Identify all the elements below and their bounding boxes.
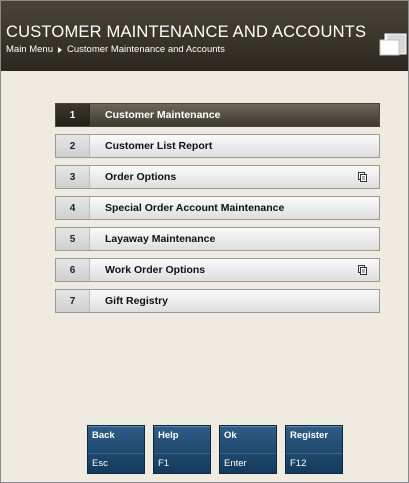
menu-item-number: 1 [56,104,90,126]
menu-item-label: Work Order Options [105,264,206,276]
menu-item-number: 7 [56,290,90,312]
fkey-divider [88,453,144,454]
submenu-icon [358,265,367,275]
menu-item-special-order-account-maintenance[interactable]: 4 Special Order Account Maintenance [55,196,380,220]
menu-item-label: Order Options [105,171,177,183]
menu-item-label: Customer List Report [105,140,213,152]
menu-item-customer-list-report[interactable]: 2 Customer List Report [55,134,380,158]
menu-item-layaway-maintenance[interactable]: 5 Layaway Maintenance [55,227,380,251]
back-button[interactable]: Back Esc [87,425,145,474]
menu-item-work-order-options[interactable]: 6 Work Order Options [55,258,380,282]
fkey-divider [154,453,210,454]
menu-item-number: 6 [56,259,90,281]
fkey-shortcut: Enter [224,458,247,469]
fkey-label: Back [92,430,115,441]
page-header: CUSTOMER MAINTENANCE AND ACCOUNTS Main M… [1,1,408,71]
fkey-shortcut: F1 [158,458,170,469]
window-icon [379,33,407,56]
fkey-label: Register [290,430,329,441]
menu-item-label: Special Order Account Maintenance [105,202,285,214]
breadcrumb: Main Menu Customer Maintenance and Accou… [6,44,225,55]
submenu-icon [358,172,367,182]
register-button[interactable]: Register F12 [285,425,343,474]
breadcrumb-arrow-icon [58,46,62,53]
app-window: CUSTOMER MAINTENANCE AND ACCOUNTS Main M… [0,0,409,483]
menu-item-number: 3 [56,166,90,188]
menu-item-number: 2 [56,135,90,157]
fkey-shortcut: Esc [92,458,108,469]
menu-list: 1 Customer Maintenance 2 Customer List R… [55,103,380,320]
breadcrumb-current: Customer Maintenance and Accounts [67,44,225,55]
ok-button[interactable]: Ok Enter [219,425,277,474]
menu-item-order-options[interactable]: 3 Order Options [55,165,380,189]
menu-item-label: Gift Registry [105,295,169,307]
page-title: CUSTOMER MAINTENANCE AND ACCOUNTS [6,23,367,41]
menu-item-label: Layaway Maintenance [105,233,216,245]
menu-item-label: Customer Maintenance [105,109,221,121]
menu-item-customer-maintenance[interactable]: 1 Customer Maintenance [55,103,380,127]
fkey-label: Help [158,430,179,441]
menu-item-gift-registry[interactable]: 7 Gift Registry [55,289,380,313]
help-button[interactable]: Help F1 [153,425,211,474]
fkey-divider [286,453,342,454]
fkey-shortcut: F12 [290,458,307,469]
fkey-label: Ok [224,430,237,441]
breadcrumb-main-menu[interactable]: Main Menu [6,44,53,55]
menu-item-number: 4 [56,197,90,219]
menu-item-number: 5 [56,228,90,250]
function-key-bar: Back Esc Help F1 Ok Enter Register F12 [87,425,343,474]
fkey-divider [220,453,276,454]
